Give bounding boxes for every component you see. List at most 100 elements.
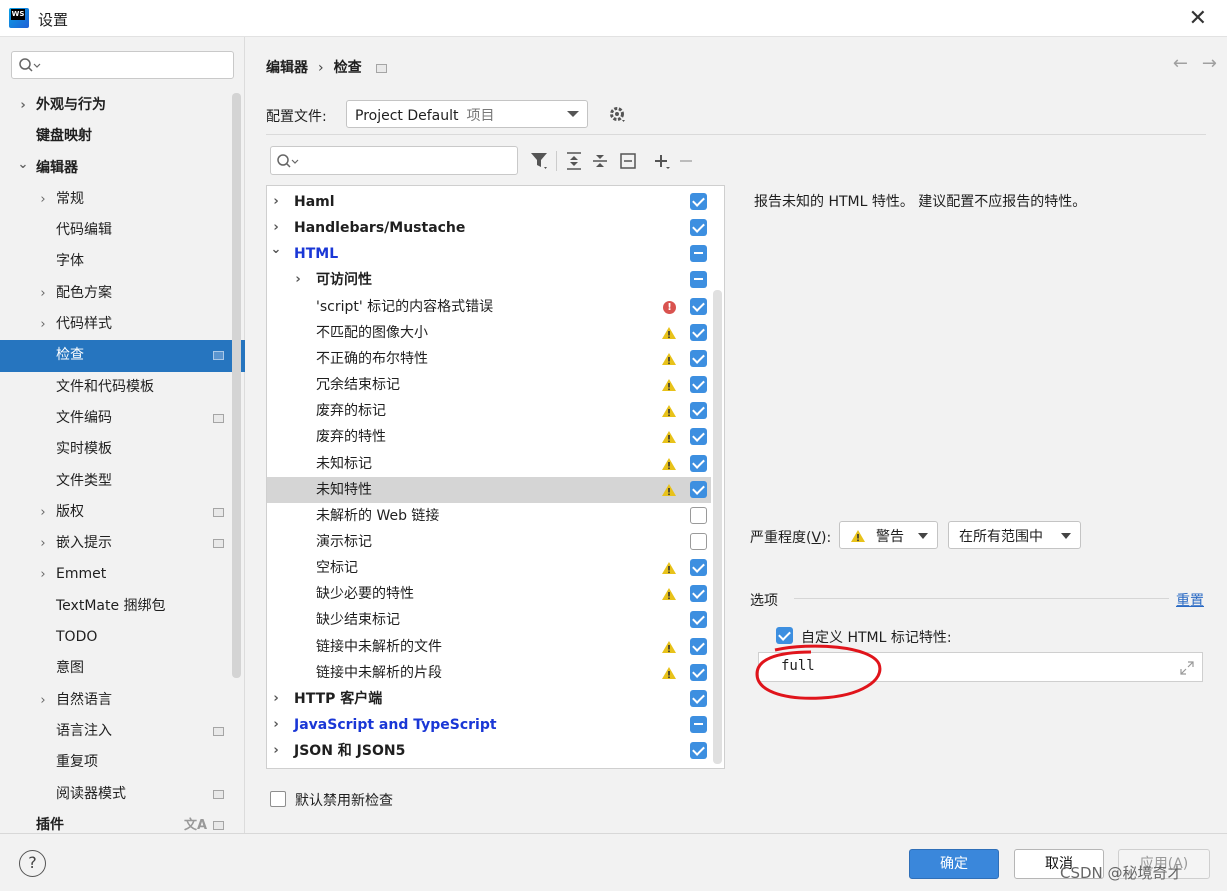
- chevron-right-icon[interactable]: ›: [270, 189, 282, 215]
- back-arrow-icon[interactable]: ←: [1173, 53, 1188, 74]
- chevron-right-icon[interactable]: ›: [292, 267, 304, 293]
- sidebar-item[interactable]: › 嵌入提示: [0, 528, 245, 559]
- sidebar-item[interactable]: TextMate 捆绑包: [0, 591, 245, 622]
- inspection-checkbox[interactable]: [690, 559, 707, 577]
- default-disable-checkbox[interactable]: [270, 791, 286, 807]
- inspection-checkbox[interactable]: [690, 297, 707, 315]
- inspection-row[interactable]: 缺少结束标记: [267, 607, 711, 633]
- inspection-checkbox[interactable]: [690, 480, 707, 498]
- inspection-checkbox[interactable]: [690, 376, 707, 394]
- inspection-row[interactable]: 不正确的布尔特性: [267, 346, 711, 372]
- custom-html-attributes-checkbox[interactable]: [776, 627, 793, 644]
- sidebar-scrollbar[interactable]: [232, 93, 241, 678]
- sidebar-item[interactable]: › 代码样式: [0, 309, 245, 340]
- chevron-right-icon[interactable]: ›: [36, 184, 50, 215]
- inspection-checkbox[interactable]: [690, 402, 707, 420]
- inspection-checkbox[interactable]: [690, 506, 707, 524]
- inspection-row[interactable]: 空标记: [267, 555, 711, 581]
- sidebar-item[interactable]: ⌄ 编辑器: [0, 153, 245, 184]
- inspection-checkbox[interactable]: [690, 663, 707, 681]
- expand-all-icon[interactable]: [564, 150, 584, 172]
- inspection-checkbox[interactable]: [690, 637, 707, 655]
- sidebar-item[interactable]: 文件和代码模板: [0, 372, 245, 403]
- sidebar-item[interactable]: TODO: [0, 622, 245, 653]
- breadcrumb-editor[interactable]: 编辑器: [266, 60, 308, 76]
- gear-icon[interactable]: [608, 105, 628, 125]
- inspection-checkbox[interactable]: [690, 271, 707, 289]
- inspection-checkbox[interactable]: [690, 716, 707, 733]
- ok-button[interactable]: 确定: [909, 849, 999, 879]
- chevron-down-icon[interactable]: ⌄: [270, 237, 282, 263]
- sidebar-item[interactable]: 文件编码: [0, 403, 245, 434]
- inspection-checkbox[interactable]: [690, 428, 707, 446]
- forward-arrow-icon[interactable]: →: [1202, 53, 1217, 74]
- profile-dropdown[interactable]: Project Default 项目: [346, 100, 588, 128]
- inspection-row[interactable]: 未解析的 Web 链接: [267, 503, 711, 529]
- inspection-checkbox[interactable]: [690, 585, 707, 603]
- close-icon[interactable]: ✕: [1189, 6, 1207, 31]
- sidebar-item[interactable]: 阅读器模式: [0, 779, 245, 810]
- sidebar-item[interactable]: 实时模板: [0, 434, 245, 465]
- inspection-row[interactable]: › JSON 和 JSON5: [267, 738, 711, 764]
- sidebar-item[interactable]: 检查: [0, 340, 245, 372]
- inspection-row[interactable]: 不匹配的图像大小: [267, 320, 711, 346]
- inspection-row[interactable]: › HTTP 客户端: [267, 686, 711, 712]
- chevron-right-icon[interactable]: ›: [270, 712, 282, 738]
- chevron-down-icon[interactable]: ⌄: [16, 149, 30, 180]
- inspection-row[interactable]: › 可访问性: [267, 267, 711, 293]
- inspection-tree-scrollbar[interactable]: [713, 290, 722, 764]
- inspection-filter-input[interactable]: [270, 146, 518, 175]
- inspection-row[interactable]: 缺少必要的特性: [267, 581, 711, 607]
- severity-dropdown[interactable]: 警告: [839, 521, 938, 549]
- reset-icon[interactable]: [618, 150, 638, 172]
- chevron-right-icon[interactable]: ›: [36, 685, 50, 716]
- inspection-row[interactable]: › JavaScript and TypeScript: [267, 712, 711, 738]
- settings-search-input[interactable]: [11, 51, 234, 79]
- inspection-row[interactable]: 未知特性: [267, 476, 711, 503]
- sidebar-item[interactable]: › 自然语言: [0, 685, 245, 716]
- collapse-all-icon[interactable]: [590, 150, 610, 172]
- remove-icon[interactable]: [676, 150, 696, 172]
- inspection-row[interactable]: 未知标记: [267, 451, 711, 477]
- filter-icon[interactable]: [530, 150, 550, 172]
- inspection-checkbox[interactable]: [690, 245, 707, 263]
- sidebar-item[interactable]: 键盘映射: [0, 121, 245, 152]
- inspection-checkbox[interactable]: [690, 193, 707, 210]
- sidebar-item[interactable]: › Emmet: [0, 559, 245, 590]
- inspection-row[interactable]: 链接中未解析的片段: [267, 660, 711, 686]
- sidebar-item[interactable]: › 外观与行为: [0, 90, 245, 121]
- sidebar-item[interactable]: 意图: [0, 653, 245, 684]
- inspection-row[interactable]: › Handlebars/Mustache: [267, 215, 711, 241]
- inspection-row[interactable]: 'script' 标记的内容格式错误!: [267, 294, 711, 320]
- sidebar-item[interactable]: › 常规: [0, 184, 245, 215]
- scope-dropdown[interactable]: 在所有范围中: [948, 521, 1081, 549]
- sidebar-item[interactable]: 代码编辑: [0, 215, 245, 246]
- chevron-right-icon[interactable]: ›: [36, 559, 50, 590]
- inspection-checkbox[interactable]: [690, 454, 707, 472]
- sidebar-item[interactable]: 重复项: [0, 747, 245, 778]
- inspection-checkbox[interactable]: [690, 689, 707, 707]
- chevron-right-icon[interactable]: ›: [270, 738, 282, 764]
- inspection-row[interactable]: › Haml: [267, 189, 711, 215]
- chevron-right-icon[interactable]: ›: [270, 686, 282, 712]
- sidebar-item[interactable]: 语言注入: [0, 716, 245, 747]
- inspection-row[interactable]: ⌄ HTML: [267, 241, 711, 267]
- inspection-row[interactable]: 演示标记: [267, 529, 711, 555]
- sidebar-item[interactable]: › 配色方案: [0, 278, 245, 309]
- inspection-row[interactable]: 链接中未解析的文件: [267, 634, 711, 660]
- sidebar-item[interactable]: › 版权: [0, 497, 245, 528]
- inspection-row[interactable]: 废弃的特性: [267, 424, 711, 450]
- help-button[interactable]: ?: [19, 850, 46, 877]
- inspection-checkbox[interactable]: [690, 532, 707, 550]
- inspection-checkbox[interactable]: [690, 323, 707, 341]
- reset-link[interactable]: 重置: [1176, 590, 1204, 610]
- sidebar-item[interactable]: 字体: [0, 246, 245, 277]
- inspection-checkbox[interactable]: [690, 742, 707, 760]
- inspection-checkbox[interactable]: [690, 219, 707, 237]
- inspection-row[interactable]: 冗余结束标记: [267, 372, 711, 398]
- inspection-checkbox[interactable]: [690, 611, 707, 629]
- chevron-right-icon[interactable]: ›: [16, 90, 30, 121]
- expand-icon[interactable]: [1180, 661, 1194, 675]
- chevron-right-icon[interactable]: ›: [36, 528, 50, 559]
- sidebar-item[interactable]: 文件类型: [0, 466, 245, 497]
